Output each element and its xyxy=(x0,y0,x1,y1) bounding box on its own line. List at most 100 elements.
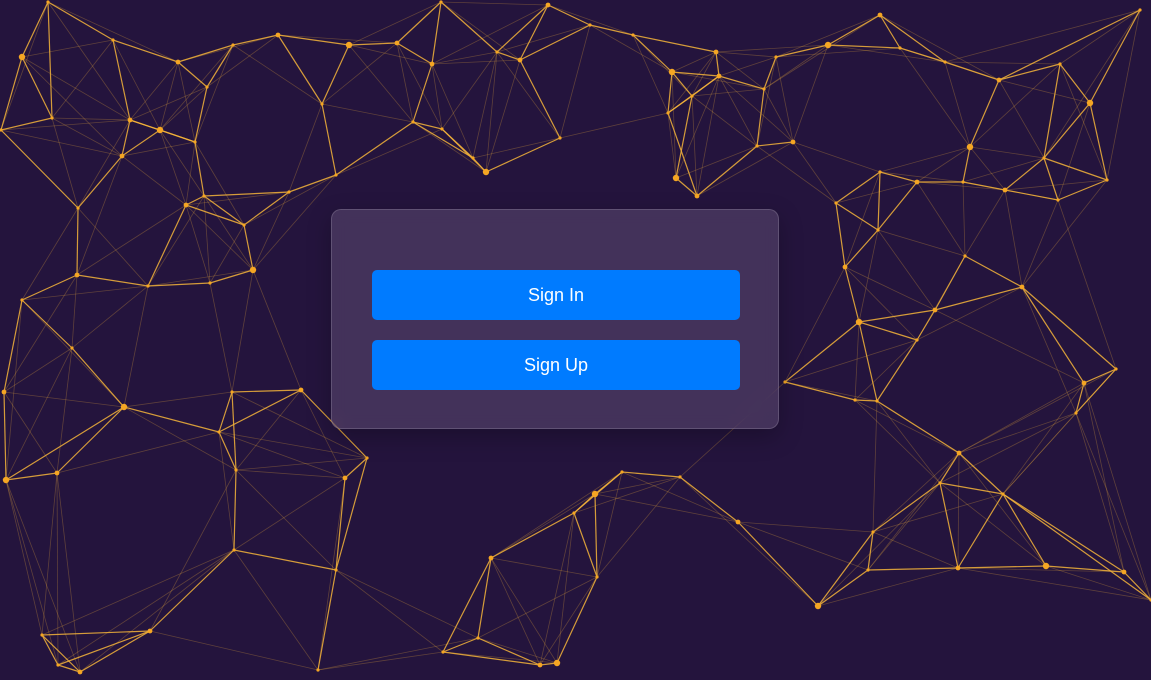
network-line xyxy=(321,103,337,176)
network-line xyxy=(675,95,693,179)
network-line xyxy=(149,549,235,632)
network-node xyxy=(76,206,80,210)
network-node xyxy=(824,41,832,49)
network-line xyxy=(547,4,634,36)
network-line xyxy=(431,59,521,65)
network-line xyxy=(835,202,879,231)
network-line xyxy=(854,399,960,454)
network-line xyxy=(185,204,245,226)
network-line xyxy=(547,4,591,26)
network-line xyxy=(123,391,233,408)
network-line xyxy=(1002,493,1047,567)
network-node xyxy=(1114,367,1118,371)
network-node xyxy=(232,548,236,552)
network-line xyxy=(696,75,720,197)
network-line xyxy=(916,181,966,257)
network-line xyxy=(556,512,575,664)
network-line xyxy=(496,51,521,61)
network-node xyxy=(755,144,759,148)
network-line xyxy=(671,71,693,97)
network-node xyxy=(713,49,719,55)
network-line xyxy=(203,195,211,284)
network-line xyxy=(71,347,125,408)
network-node xyxy=(898,46,902,50)
network-line xyxy=(56,431,220,474)
network-node xyxy=(591,490,599,498)
network-node xyxy=(914,179,920,185)
network-line xyxy=(77,119,131,209)
network-node xyxy=(1042,156,1046,160)
network-line xyxy=(76,274,149,287)
network-node xyxy=(716,73,722,79)
network-node xyxy=(871,530,875,534)
network-line xyxy=(1057,179,1108,201)
network-node xyxy=(1,389,7,395)
network-node xyxy=(119,153,125,159)
network-line xyxy=(559,112,669,139)
network-line xyxy=(321,44,350,105)
network-line xyxy=(756,145,837,204)
network-line xyxy=(123,406,237,471)
network-line xyxy=(817,569,869,607)
network-node xyxy=(955,565,961,571)
network-line xyxy=(835,202,846,268)
network-line xyxy=(1043,63,1061,159)
network-line xyxy=(559,24,591,139)
network-node xyxy=(1002,187,1008,193)
network-line xyxy=(252,191,290,271)
sign-in-button[interactable]: Sign In xyxy=(372,270,740,320)
network-line xyxy=(47,1,179,63)
network-line xyxy=(233,477,346,551)
network-line xyxy=(21,285,149,301)
network-line xyxy=(969,63,1061,148)
network-line xyxy=(877,229,966,257)
network-node xyxy=(966,143,974,151)
network-line xyxy=(3,391,125,408)
network-line xyxy=(718,56,777,77)
network-line xyxy=(149,630,319,671)
network-line xyxy=(490,512,575,559)
network-node xyxy=(537,662,543,668)
network-node xyxy=(1058,62,1062,66)
network-line xyxy=(233,549,337,571)
network-line xyxy=(784,381,856,401)
network-node xyxy=(230,390,234,394)
network-node xyxy=(231,43,235,47)
network-node xyxy=(482,168,490,176)
network-node xyxy=(572,511,576,515)
network-line xyxy=(472,137,561,159)
network-node xyxy=(855,318,863,326)
network-node xyxy=(2,476,10,484)
network-node xyxy=(1121,569,1127,575)
network-node xyxy=(320,102,324,106)
network-line xyxy=(218,431,346,479)
network-line xyxy=(159,86,208,131)
sign-up-button[interactable]: Sign Up xyxy=(372,340,740,390)
network-node xyxy=(298,387,304,393)
network-line xyxy=(412,121,443,130)
network-node xyxy=(1105,178,1109,182)
network-node xyxy=(558,136,562,140)
network-node xyxy=(690,94,694,98)
network-line xyxy=(76,207,79,276)
network-node xyxy=(762,87,766,91)
network-line xyxy=(958,452,1047,567)
network-line xyxy=(827,14,881,46)
network-node xyxy=(147,628,153,634)
network-node xyxy=(411,120,415,124)
network-line xyxy=(5,479,59,666)
network-line xyxy=(916,255,966,341)
network-line xyxy=(490,493,596,559)
network-line xyxy=(939,412,1077,484)
network-node xyxy=(774,55,778,59)
network-line xyxy=(1075,412,1125,573)
network-line xyxy=(159,129,187,206)
network-line xyxy=(867,452,960,571)
network-line xyxy=(129,61,179,121)
network-node xyxy=(956,450,962,456)
network-line xyxy=(589,24,634,36)
network-line xyxy=(1004,157,1045,191)
network-line xyxy=(231,391,237,471)
network-line xyxy=(763,88,794,143)
network-line xyxy=(277,34,398,44)
